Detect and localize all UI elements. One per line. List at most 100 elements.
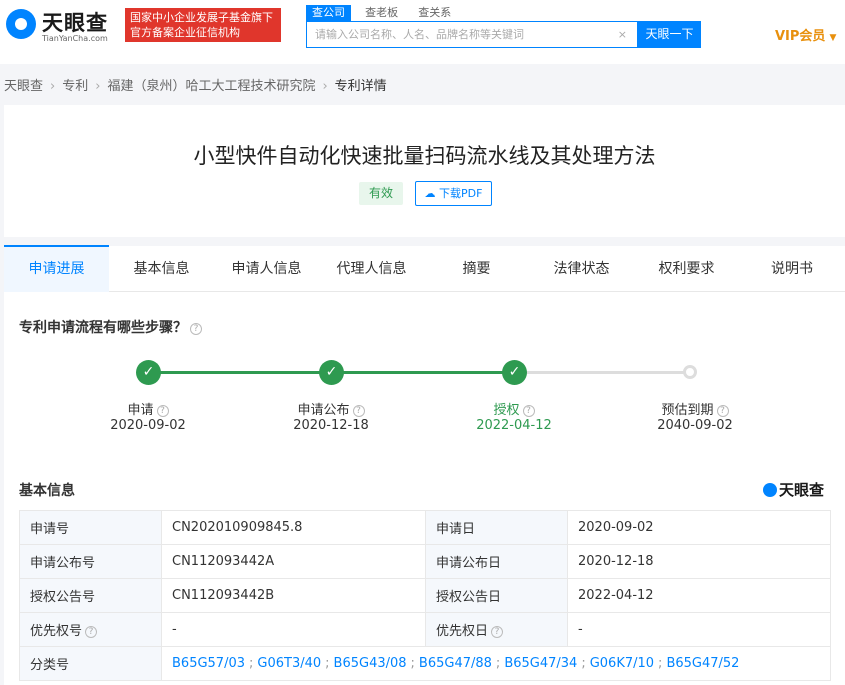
chevron-right-icon: › (95, 79, 101, 94)
patent-detail-card: 申请进展 基本信息 申请人信息 代理人信息 摘要 法律状态 权利要求 说明书 专… (4, 245, 845, 685)
chevron-right-icon: › (50, 79, 56, 94)
search-tab-relation[interactable]: 查关系 (412, 5, 457, 21)
classification-link[interactable]: B65G43/08 (334, 656, 407, 671)
cell-value: CN112093442A (161, 544, 426, 579)
cell-label: 申请公布日 (425, 544, 568, 579)
cell-label: 优先权号? (19, 612, 162, 647)
help-icon[interactable]: ? (85, 626, 98, 638)
help-icon[interactable]: ? (716, 405, 729, 417)
cell-label: 申请号 (19, 510, 162, 545)
logo-text: 天眼查 (42, 11, 108, 35)
step-date: 2020-12-18 (293, 418, 369, 433)
pending-node-icon (683, 365, 697, 379)
cell-label-text: 优先权号 (30, 624, 83, 639)
breadcrumb-current: 专利详情 (334, 79, 387, 94)
tab-applicant[interactable]: 申请人信息 (214, 246, 319, 292)
classification-link[interactable]: B65G47/34 (504, 656, 577, 671)
clear-icon[interactable]: × (618, 28, 627, 41)
classification-link[interactable]: B65G47/52 (666, 656, 739, 671)
search-input[interactable] (307, 22, 607, 47)
cell-value: - (567, 612, 831, 647)
section-title: 基本信息 (19, 483, 75, 499)
tab-description[interactable]: 说明书 (739, 246, 845, 292)
cell-value: CN112093442B (161, 578, 426, 613)
step-date: 2040-09-02 (657, 418, 733, 433)
table-row: 授权公告号 CN112093442B 授权公告日 2022-04-12 (19, 578, 831, 613)
table-row: 优先权号? - 优先权日? - (19, 612, 831, 647)
table-row: 分类号 B65G57/03; G06T3/40; B65G43/08; B65G47/… (19, 646, 831, 681)
step-label: 预估到期? (635, 399, 755, 418)
logo-eye-icon (763, 483, 777, 497)
search-tab-company[interactable]: 查公司 (306, 5, 351, 21)
cell-value: - (161, 612, 426, 647)
breadcrumb: 天眼查 › 专利 › 福建（泉州）哈工大工程技术研究院 › 专利详情 (4, 75, 387, 94)
download-pdf-button[interactable]: ☁ 下载PDF (415, 181, 492, 206)
step-label-text: 预估到期 (661, 403, 714, 418)
help-icon[interactable]: ? (352, 405, 365, 417)
brand-watermark: 天眼查 (763, 479, 824, 500)
classification-link[interactable]: B65G57/03 (172, 656, 245, 671)
process-question: 专利申请流程有哪些步骤？? (19, 317, 202, 337)
progress-track-todo (516, 371, 690, 374)
download-pdf-label: 下载PDF (439, 187, 483, 200)
separator: ; (410, 656, 415, 671)
classification-list: B65G57/03; G06T3/40; B65G43/08; B65G47/88; B… (161, 646, 831, 681)
banner-line-1: 国家中小企业发展子基金旗下 (130, 11, 273, 24)
separator: ; (495, 656, 501, 671)
breadcrumb-patent[interactable]: 专利 (62, 79, 88, 94)
table-row: 申请号 CN202010909845.8 申请日 2020-09-02 (19, 510, 831, 545)
tab-legal-status[interactable]: 法律状态 (529, 246, 634, 292)
cell-value: CN202010909845.8 (161, 510, 426, 545)
cell-value: 2022-04-12 (567, 578, 831, 613)
vip-label: VIP会员 (775, 29, 826, 44)
step-date: 2020-09-02 (110, 418, 186, 433)
tab-abstract[interactable]: 摘要 (424, 246, 529, 292)
vip-menu[interactable]: VIP会员 ▼ (775, 25, 836, 44)
tianyancha-logo[interactable]: 天眼查 TianYanCha.com (6, 7, 118, 45)
cell-label: 授权公告日 (425, 578, 568, 613)
tab-progress[interactable]: 申请进展 (4, 245, 109, 292)
cloud-download-icon: ☁ (424, 187, 436, 200)
separator: ; (249, 656, 254, 671)
step-label-text: 申请 (127, 403, 154, 418)
separator: ; (325, 656, 330, 671)
separator: ; (658, 656, 663, 671)
logo-eye-icon (6, 9, 36, 39)
step-label: 申请? (88, 399, 208, 418)
step-date: 2022-04-12 (476, 418, 552, 433)
cell-label: 授权公告号 (19, 578, 162, 613)
check-icon: ✓ (136, 360, 161, 385)
step-label: 授权? (454, 399, 574, 418)
tab-claims[interactable]: 权利要求 (634, 246, 739, 292)
step-label: 申请公布? (271, 399, 391, 418)
tab-basic-info[interactable]: 基本信息 (109, 246, 214, 292)
caret-down-icon: ▼ (829, 33, 837, 43)
breadcrumb-company[interactable]: 福建（泉州）哈工大工程技术研究院 (107, 79, 315, 94)
classification-link[interactable]: B65G47/88 (419, 656, 492, 671)
cell-label: 优先权日? (425, 612, 568, 647)
search-box: × (306, 21, 638, 48)
breadcrumb-home[interactable]: 天眼查 (4, 79, 43, 94)
classification-link[interactable]: G06T3/40 (257, 656, 321, 671)
help-icon[interactable]: ? (522, 405, 535, 417)
cell-value: 2020-12-18 (567, 544, 831, 579)
tab-agent[interactable]: 代理人信息 (319, 246, 424, 292)
search-type-tabs: 查公司 查老板 查关系 (306, 5, 461, 21)
classification-link[interactable]: G06K7/10 (590, 656, 654, 671)
help-icon[interactable]: ? (190, 323, 202, 335)
step-label-text: 授权 (493, 403, 520, 418)
patent-title: 小型快件自动化快速批量扫码流水线及其处理方法 (193, 144, 656, 168)
check-icon: ✓ (502, 360, 527, 385)
help-icon[interactable]: ? (156, 405, 169, 417)
check-icon: ✓ (319, 360, 344, 385)
search-tab-boss[interactable]: 查老板 (359, 5, 404, 21)
official-banner: 国家中小企业发展子基金旗下 官方备案企业征信机构 (125, 8, 281, 42)
step-label-text: 申请公布 (297, 403, 350, 418)
help-icon[interactable]: ? (491, 626, 504, 638)
cell-label: 申请公布号 (19, 544, 162, 579)
process-question-text: 专利申请流程有哪些步骤？ (19, 320, 187, 336)
separator: ; (581, 656, 586, 671)
search-button[interactable]: 天眼一下 (638, 21, 701, 48)
basic-info-table: 申请号 CN202010909845.8 申请日 2020-09-02 申请公布… (19, 510, 831, 681)
detail-tabs: 申请进展 基本信息 申请人信息 代理人信息 摘要 法律状态 权利要求 说明书 (4, 245, 845, 292)
